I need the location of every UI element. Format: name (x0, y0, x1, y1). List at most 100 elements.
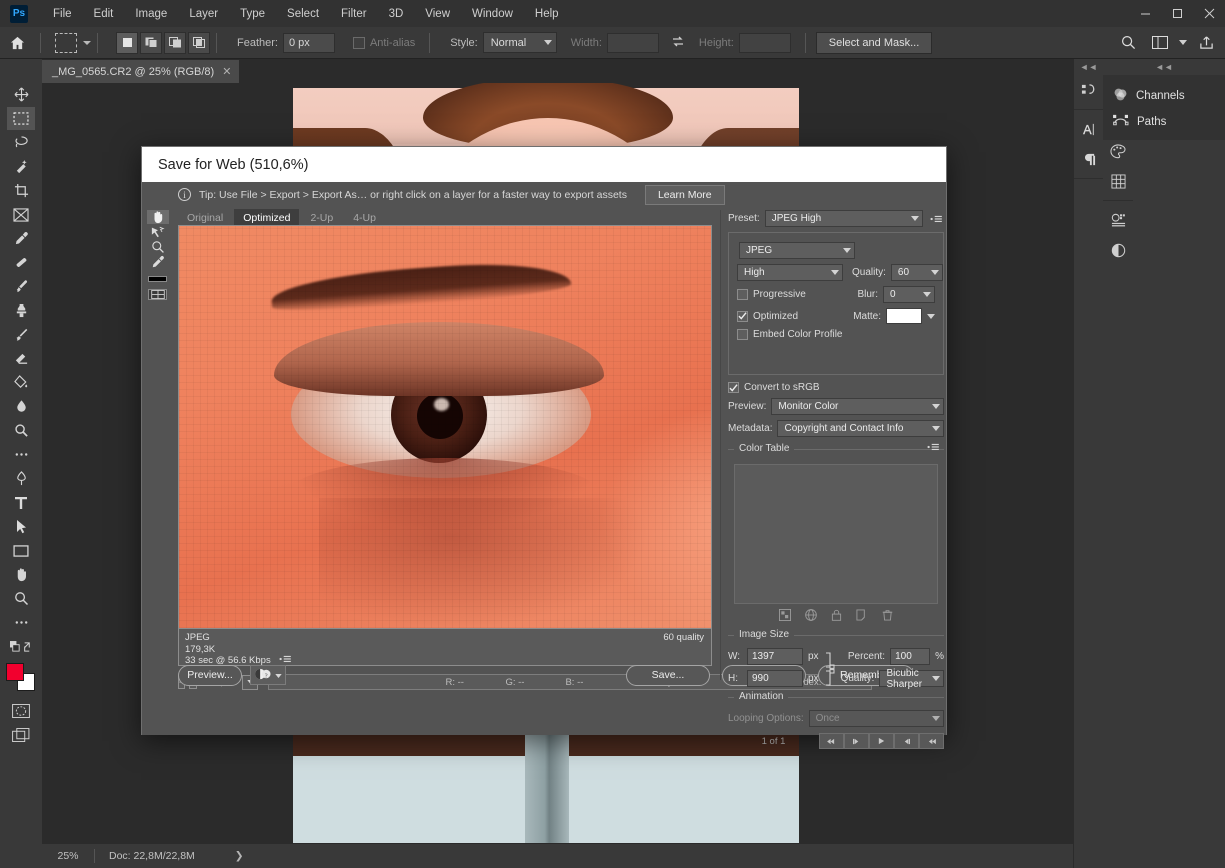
close-icon[interactable]: ✕ (222, 65, 231, 78)
progressive-checkbox[interactable] (737, 289, 748, 300)
menu-item-type[interactable]: Type (229, 4, 276, 24)
preview-profile-select[interactable]: Monitor Color (771, 398, 944, 415)
history-brush-tool[interactable] (7, 323, 35, 346)
collapse-panels-icon[interactable]: ◄◄ (1074, 59, 1103, 75)
eyedropper-tool[interactable] (147, 255, 169, 269)
learn-more-button[interactable]: Learn More (645, 185, 725, 205)
preset-select[interactable]: JPEG High (765, 210, 923, 227)
chevron-down-icon[interactable] (275, 669, 282, 681)
resample-quality-select[interactable]: Bicubic Sharper (879, 670, 944, 687)
height-input[interactable] (739, 33, 791, 53)
eyedropper-color-swatch[interactable] (148, 276, 167, 282)
constrain-proportions-icon[interactable] (823, 651, 837, 685)
menu-item-layer[interactable]: Layer (178, 4, 229, 24)
status-zoom-level[interactable]: 25% (42, 850, 94, 862)
menu-item-help[interactable]: Help (524, 4, 570, 24)
menu-item-view[interactable]: View (414, 4, 461, 24)
looping-options-select[interactable]: Once (809, 710, 944, 727)
frame-tool[interactable] (7, 203, 35, 226)
default-colors-icon[interactable] (7, 635, 35, 658)
collapse-panel-group-icon[interactable]: ◄◄ (1103, 59, 1225, 75)
last-frame-icon[interactable] (919, 733, 944, 749)
next-frame-icon[interactable] (894, 733, 919, 749)
style-select[interactable]: Normal (483, 32, 557, 53)
arrange-documents-icon[interactable] (1147, 31, 1173, 55)
search-icon[interactable] (1115, 31, 1141, 55)
previous-frame-icon[interactable] (844, 733, 869, 749)
optimized-checkbox[interactable] (737, 311, 748, 322)
styles-icon[interactable] (1104, 237, 1132, 263)
zoom-tool[interactable] (147, 240, 169, 254)
preview-button[interactable]: Preview... (178, 665, 242, 686)
map-to-transparent-icon[interactable] (779, 609, 791, 624)
embed-color-profile-checkbox[interactable] (737, 329, 748, 340)
color-table-swatch-area[interactable] (734, 464, 938, 604)
swatches-icon[interactable] (1104, 168, 1132, 194)
delete-color-icon[interactable] (882, 609, 893, 624)
foreground-color-swatch[interactable] (6, 663, 24, 681)
preset-flyout-menu-icon[interactable] (928, 212, 944, 226)
lock-color-icon[interactable] (831, 609, 842, 624)
convert-to-srgb-checkbox[interactable] (728, 382, 739, 393)
document-tab[interactable]: _MG_0565.CR2 @ 25% (RGB/8) ✕ (42, 60, 240, 83)
edit-toolbar-icon[interactable] (7, 611, 35, 634)
path-selection-tool[interactable] (7, 515, 35, 538)
zoom-tool[interactable] (7, 587, 35, 610)
close-icon[interactable] (1193, 0, 1225, 27)
rectangle-tool[interactable] (7, 539, 35, 562)
blur-input[interactable]: 0 (883, 286, 935, 303)
minimize-icon[interactable] (1129, 0, 1161, 27)
matte-color-swatch[interactable] (886, 308, 922, 324)
panel-paths[interactable]: Paths (1103, 109, 1225, 134)
menu-item-filter[interactable]: Filter (330, 4, 378, 24)
share-icon[interactable] (1193, 31, 1219, 55)
type-tool[interactable] (7, 491, 35, 514)
new-color-icon[interactable] (856, 609, 868, 624)
percent-input[interactable]: 100 (890, 648, 930, 665)
subtract-from-selection-button[interactable] (164, 32, 186, 54)
menu-item-edit[interactable]: Edit (83, 4, 125, 24)
maximize-icon[interactable] (1161, 0, 1193, 27)
first-frame-icon[interactable] (819, 733, 844, 749)
menu-item-3d[interactable]: 3D (378, 4, 415, 24)
status-flyout-chevron-right-icon[interactable]: ❯ (235, 850, 244, 862)
width-input[interactable]: 1397 (747, 648, 803, 665)
history-icon[interactable] (1075, 77, 1103, 103)
tool-preset-chevron-down-icon[interactable] (83, 41, 91, 45)
paragraph-icon[interactable] (1075, 146, 1103, 172)
eyedropper-tool[interactable] (7, 227, 35, 250)
menu-item-window[interactable]: Window (461, 4, 524, 24)
menu-item-select[interactable]: Select (276, 4, 330, 24)
quick-selection-tool[interactable] (7, 155, 35, 178)
feather-input[interactable]: 0 px (283, 33, 335, 53)
intersect-selection-button[interactable] (188, 32, 210, 54)
rectangular-marquee-tool[interactable] (7, 107, 35, 130)
anti-alias-checkbox[interactable] (353, 37, 365, 49)
menu-item-file[interactable]: File (42, 4, 83, 24)
lasso-tool[interactable] (7, 131, 35, 154)
gradient-tool[interactable] (7, 371, 35, 394)
blur-tool[interactable] (7, 395, 35, 418)
preview-in-browser-control[interactable]: ? (250, 665, 286, 685)
menu-item-image[interactable]: Image (124, 4, 178, 24)
pen-tool[interactable] (7, 467, 35, 490)
quality-input[interactable]: 60 (891, 264, 943, 281)
height-input[interactable]: 990 (747, 670, 803, 687)
compression-quality-select[interactable]: High (737, 264, 843, 281)
color-table-flyout-menu-icon[interactable] (927, 442, 940, 454)
map-to-web-palette-icon[interactable] (805, 609, 817, 624)
clone-stamp-tool[interactable] (7, 299, 35, 322)
play-icon[interactable] (869, 733, 894, 749)
quick-mask-icon[interactable] (7, 699, 35, 722)
screen-mode-icon[interactable] (7, 723, 35, 746)
adjustments-icon[interactable] (1104, 207, 1132, 233)
metadata-select[interactable]: Copyright and Contact Info (777, 420, 944, 437)
select-and-mask-button[interactable]: Select and Mask... (816, 32, 933, 54)
hand-tool[interactable] (7, 563, 35, 586)
healing-brush-tool[interactable] (7, 251, 35, 274)
dodge-tool[interactable] (7, 419, 35, 442)
hand-tool[interactable] (147, 210, 169, 224)
color-icon[interactable] (1104, 138, 1132, 164)
matte-chevron-down-icon[interactable] (927, 310, 935, 322)
eraser-tool[interactable] (7, 347, 35, 370)
